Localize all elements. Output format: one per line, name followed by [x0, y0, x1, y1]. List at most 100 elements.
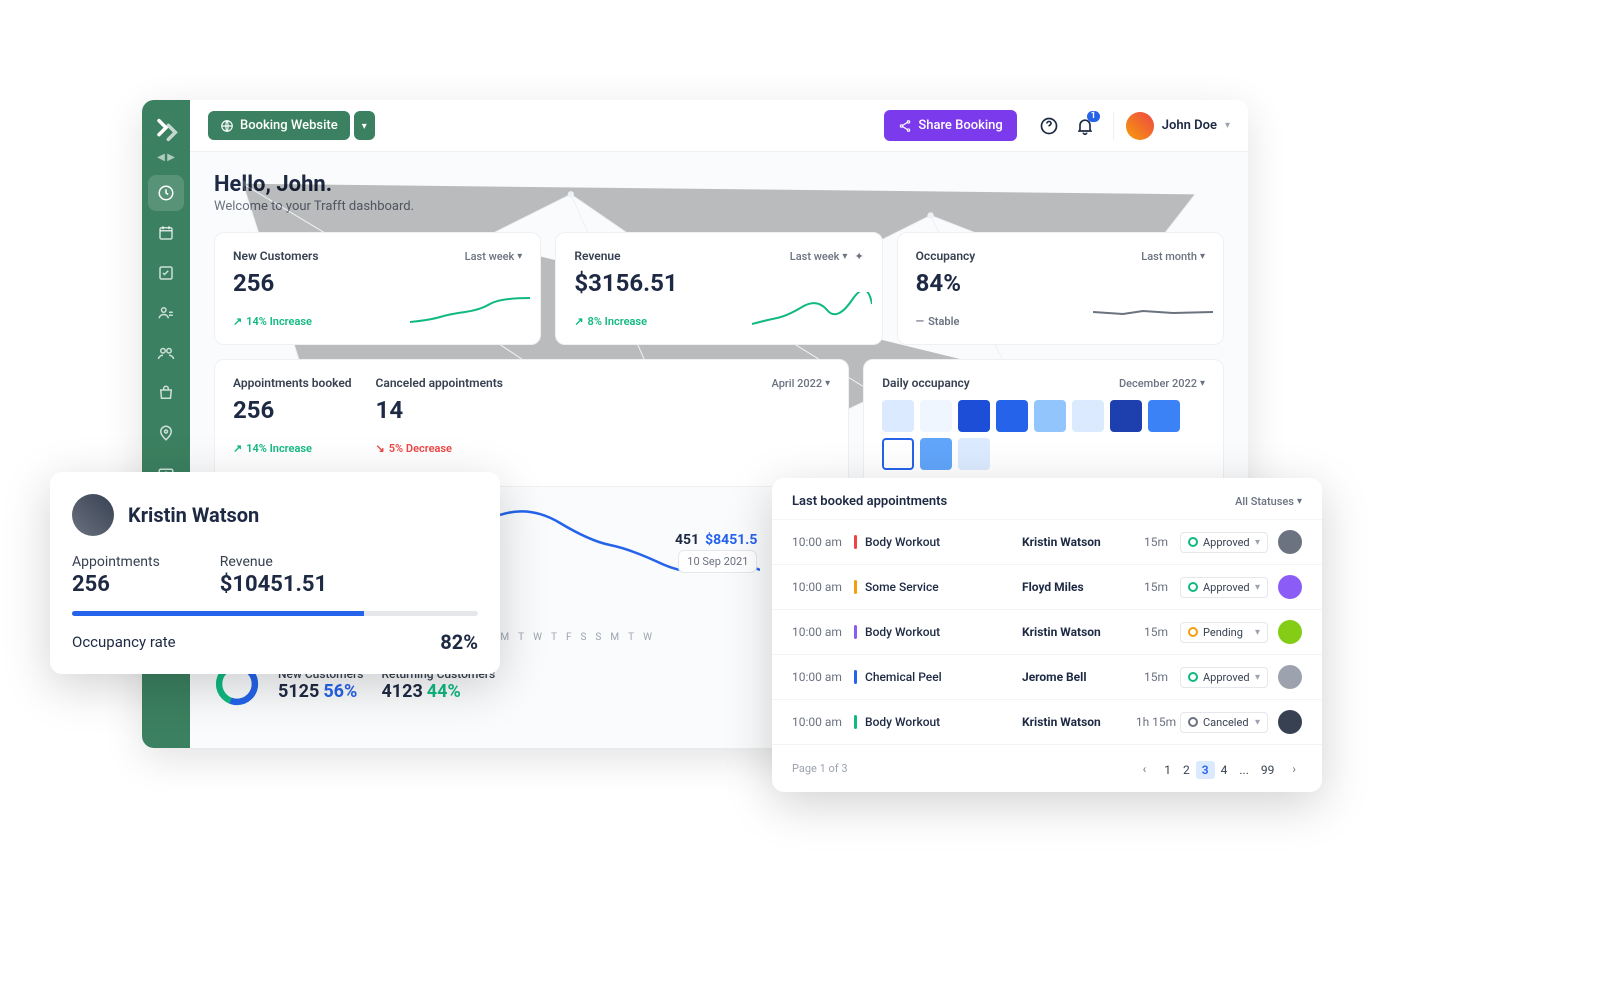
heatmap-cell[interactable]: [1034, 400, 1066, 432]
appt-duration: 15m: [1132, 670, 1180, 684]
trend-stable-icon: —: [916, 315, 924, 328]
trend-up-icon: ↗: [233, 442, 242, 455]
chevron-down-icon: ▾: [1297, 496, 1302, 507]
booking-website-dropdown[interactable]: ▾: [354, 111, 375, 140]
topbar: Booking Website ▾ Share Booking 1 John D…: [190, 100, 1248, 152]
user-menu[interactable]: John Doe ▾: [1113, 112, 1230, 140]
period-dropdown[interactable]: April 2022▾: [772, 377, 831, 390]
nav-dashboard[interactable]: [148, 175, 184, 211]
appt-duration: 1h 15m: [1132, 715, 1180, 729]
appt-customer: Floyd Miles: [1022, 580, 1132, 594]
nav-checklist[interactable]: [148, 255, 184, 291]
heatmap-cell[interactable]: [958, 438, 990, 470]
help-button[interactable]: [1031, 108, 1067, 144]
stat-value: 14: [376, 396, 831, 424]
chevron-down-icon: ▾: [1225, 120, 1230, 131]
star-icon[interactable]: ✦: [854, 250, 863, 263]
status-dropdown[interactable]: Approved▾: [1180, 577, 1268, 598]
trend-up-icon: ↗: [574, 315, 583, 328]
appt-duration: 15m: [1132, 535, 1180, 549]
status-filter-dropdown[interactable]: All Statuses▾: [1235, 495, 1302, 508]
appointment-row[interactable]: 10:00 am Body Workout Kristin Watson 15m…: [772, 519, 1322, 564]
share-booking-button[interactable]: Share Booking: [884, 110, 1016, 141]
heatmap-cell[interactable]: [882, 400, 914, 432]
sidebar-collapse-toggle[interactable]: ◀ ▶: [157, 152, 175, 163]
page-number[interactable]: 99: [1255, 761, 1281, 779]
page-number[interactable]: 2: [1177, 761, 1196, 779]
appt-customer: Kristin Watson: [1022, 715, 1132, 729]
last-booked-appointments-panel: Last booked appointments All Statuses▾ 1…: [772, 478, 1322, 792]
booking-website-button[interactable]: Booking Website: [208, 111, 350, 140]
revenue-value: $10451.51: [220, 572, 327, 597]
pagination: ‹ 1234...99 ›: [1137, 759, 1302, 778]
appt-avatar: [1278, 530, 1302, 554]
greeting-subtitle: Welcome to your Trafft dashboard.: [214, 199, 1224, 214]
appt-service: Body Workout: [854, 715, 1022, 729]
occupancy-heatmap: [882, 400, 1205, 470]
heatmap-cell[interactable]: [1110, 400, 1142, 432]
notification-count: 1: [1087, 111, 1100, 122]
daily-occupancy-card: Daily occupancy December 2022▾: [863, 359, 1224, 487]
chevron-down-icon: ▾: [842, 251, 847, 262]
trend-indicator: ↗14% Increase: [233, 442, 352, 455]
appointment-row[interactable]: 10:00 am Body Workout Kristin Watson 15m…: [772, 609, 1322, 654]
status-dropdown[interactable]: Pending▾: [1180, 622, 1268, 643]
period-dropdown[interactable]: Last month▾: [1141, 250, 1205, 263]
heatmap-cell[interactable]: [996, 400, 1028, 432]
heatmap-cell[interactable]: [920, 438, 952, 470]
panel-title: Last booked appointments: [792, 494, 947, 509]
sparkline: [752, 292, 872, 332]
page-next[interactable]: ›: [1286, 760, 1302, 778]
heatmap-cell[interactable]: [920, 400, 952, 432]
new-customers-card: New Customers Last week▾ 256 ↗14% Increa…: [214, 232, 541, 345]
page-prev[interactable]: ‹: [1137, 760, 1153, 778]
page-number[interactable]: ...: [1233, 761, 1255, 779]
revenue-label: Revenue: [220, 554, 327, 570]
nav-calendar[interactable]: [148, 215, 184, 251]
chevron-down-icon: ▾: [825, 378, 830, 389]
appt-customer: Jerome Bell: [1022, 670, 1132, 684]
period-dropdown[interactable]: Last week▾✦: [790, 250, 864, 263]
period-dropdown[interactable]: December 2022▾: [1119, 377, 1205, 390]
heatmap-cell[interactable]: [958, 400, 990, 432]
heatmap-cell[interactable]: [1148, 400, 1180, 432]
share-booking-label: Share Booking: [918, 118, 1002, 133]
status-dropdown[interactable]: Approved▾: [1180, 667, 1268, 688]
heatmap-cell[interactable]: [882, 438, 914, 470]
appt-avatar: [1278, 665, 1302, 689]
nav-locations[interactable]: [148, 415, 184, 451]
appt-service: Chemical Peel: [854, 670, 1022, 684]
nav-services[interactable]: [148, 295, 184, 331]
period-dropdown[interactable]: Last week▾: [465, 250, 523, 263]
appointment-row[interactable]: 10:00 am Some Service Floyd Miles 15m Ap…: [772, 564, 1322, 609]
appointments-card: Appointments booked 256 ↗14% Increase Ca…: [214, 359, 849, 487]
sparkline: [1093, 292, 1213, 332]
revenue-card: Revenue Last week▾✦ $3156.51 ↗8% Increas…: [555, 232, 882, 345]
chart-tooltip: 451$8451.5 10 Sep 2021: [675, 532, 757, 573]
chevron-down-icon: ▾: [1200, 378, 1205, 389]
appt-service: Body Workout: [854, 535, 1022, 549]
nav-customers[interactable]: [148, 335, 184, 371]
chevron-down-icon: ▾: [1200, 251, 1205, 262]
appt-customer: Kristin Watson: [1022, 625, 1132, 639]
card-title: Daily occupancy: [882, 376, 970, 390]
sparkline: [410, 292, 530, 332]
status-dropdown[interactable]: Canceled▾: [1180, 712, 1268, 733]
appt-time: 10:00 am: [792, 625, 854, 639]
notifications-button[interactable]: 1: [1067, 108, 1103, 144]
occupancy-value: 82%: [440, 630, 478, 654]
page-number[interactable]: 1: [1158, 761, 1177, 779]
appointments-label: Appointments: [72, 554, 160, 570]
trend-up-icon: ↗: [233, 315, 242, 328]
appt-avatar: [1278, 575, 1302, 599]
staff-profile-card: Kristin Watson Appointments 256 Revenue …: [50, 472, 500, 674]
appointment-row[interactable]: 10:00 am Body Workout Kristin Watson 1h …: [772, 699, 1322, 744]
chevron-down-icon: ▾: [362, 121, 367, 132]
appointment-row[interactable]: 10:00 am Chemical Peel Jerome Bell 15m A…: [772, 654, 1322, 699]
heatmap-cell[interactable]: [1072, 400, 1104, 432]
page-number[interactable]: 4: [1215, 761, 1234, 779]
status-dropdown[interactable]: Approved▾: [1180, 532, 1268, 553]
page-number[interactable]: 3: [1196, 761, 1215, 779]
nav-store[interactable]: [148, 375, 184, 411]
globe-icon: [220, 119, 234, 133]
